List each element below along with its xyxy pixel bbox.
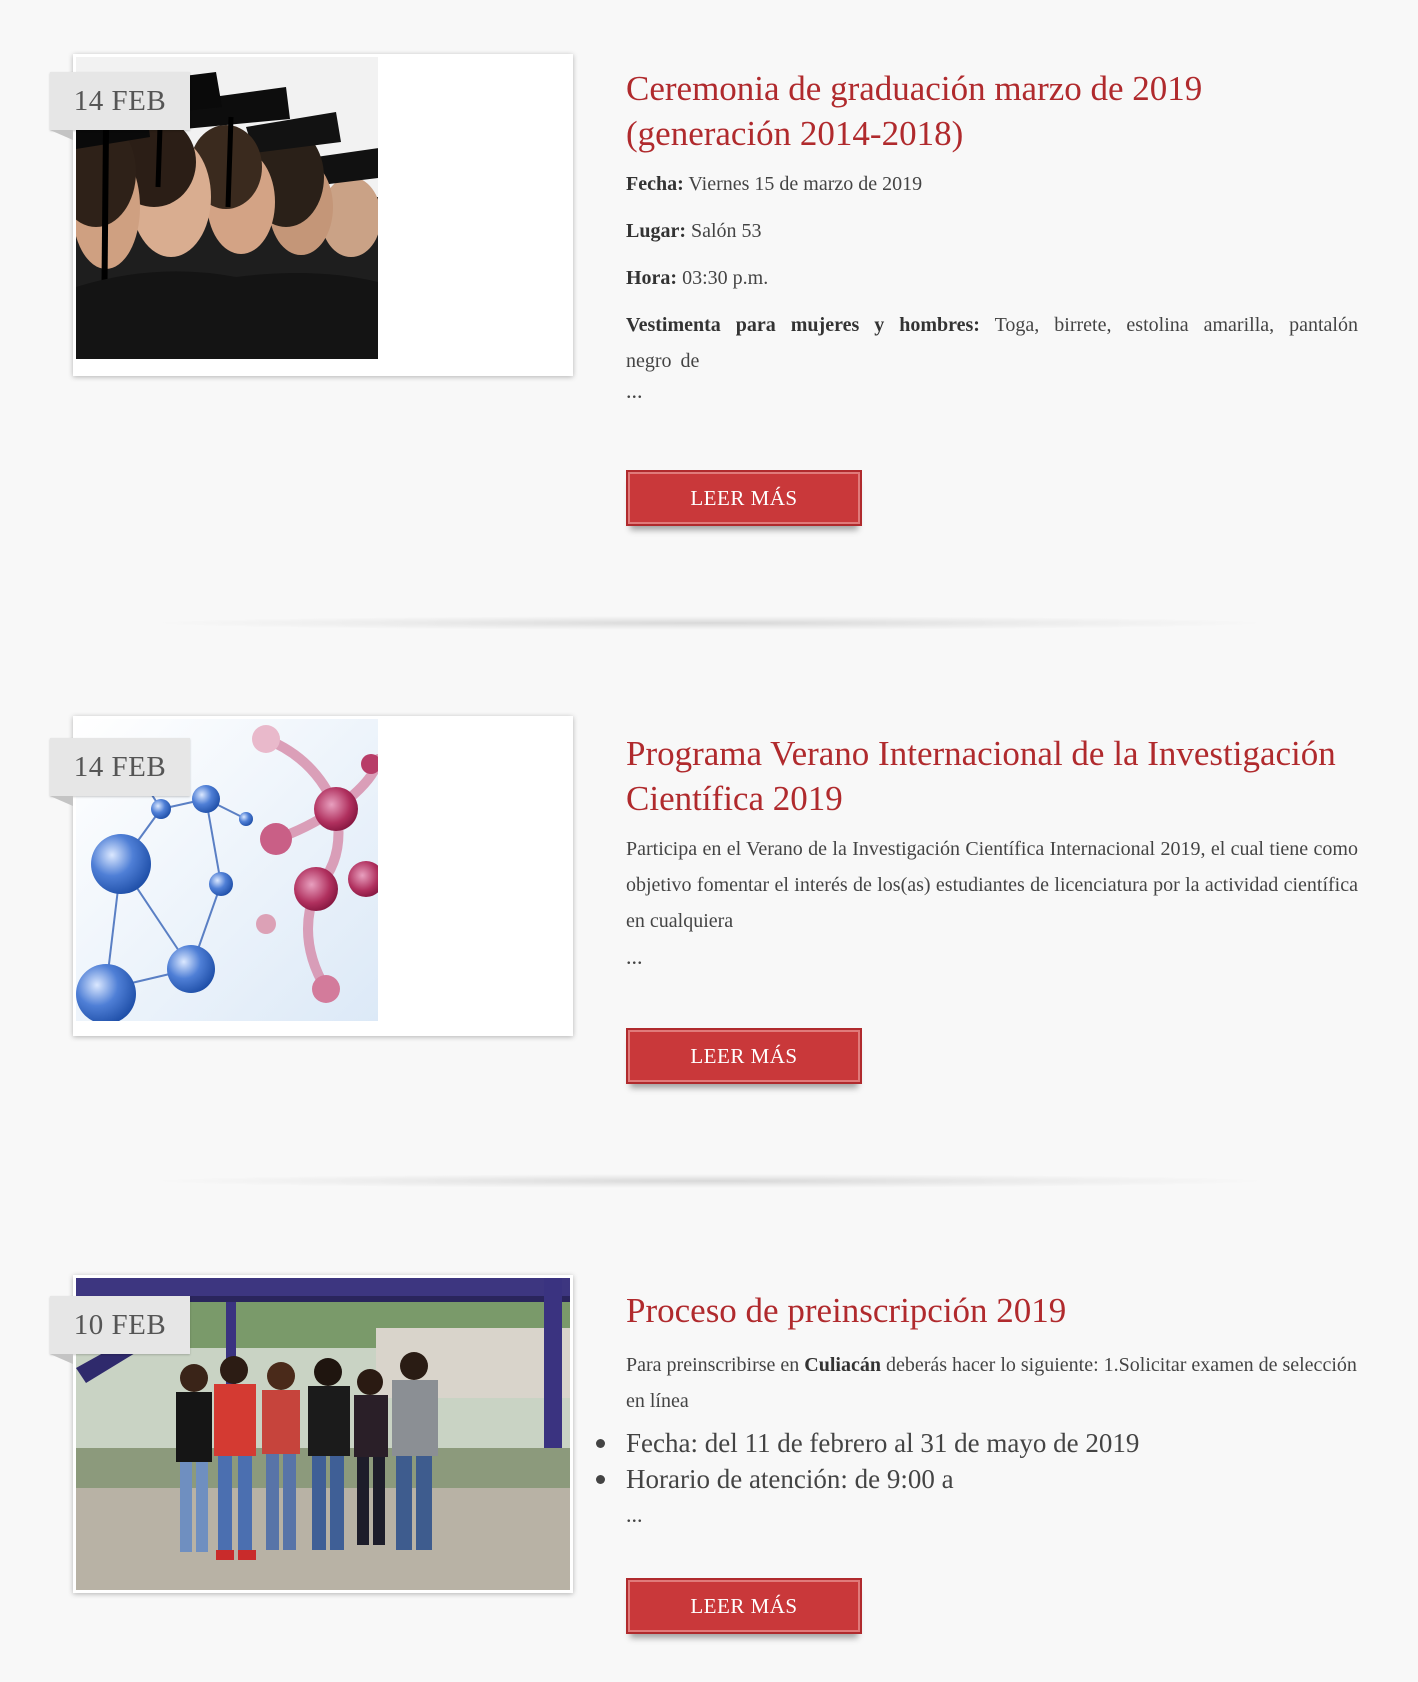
list-item: Fecha: del 11 de febrero al 31 de mayo d… (596, 1425, 1358, 1461)
post-title-link[interactable]: Proceso de preinscripción 2019 (626, 1288, 1358, 1333)
read-more-button[interactable]: LEER MÁS (626, 1028, 862, 1084)
post-divider (160, 616, 1260, 630)
bullet-list: Fecha: del 11 de febrero al 31 de mayo d… (596, 1425, 1358, 1497)
post-excerpt: Participa en el Verano de la Investigaci… (626, 838, 1358, 932)
field-label: Lugar: (626, 220, 686, 242)
time-field: Hora: 03:30 p.m. (626, 260, 1358, 296)
post-meta: Fecha: Viernes 15 de marzo de 2019 Lugar… (626, 166, 1358, 379)
post-content: Ceremonia de graduación marzo de 2019 (g… (626, 66, 1358, 403)
post-content: Programa Verano Internacional de la Inve… (626, 731, 1358, 969)
ellipsis: ... (626, 1502, 643, 1527)
read-more-button[interactable]: LEER MÁS (626, 470, 862, 526)
excerpt-text: Para preinscribirse en (626, 1354, 805, 1376)
post-date-badge: 14 FEB (50, 72, 190, 140)
place-field: Lugar: Salón 53 (626, 213, 1358, 249)
post-title-link[interactable]: Ceremonia de graduación marzo de 2019 (g… (626, 66, 1358, 156)
post-title-link[interactable]: Programa Verano Internacional de la Inve… (626, 731, 1358, 821)
field-value: 03:30 p.m. (677, 267, 769, 289)
ellipsis: ... (626, 944, 643, 969)
attire-field: Vestimenta para mujeres y hombres: Toga,… (626, 307, 1358, 379)
post-content: Proceso de preinscripción 2019 Para prei… (596, 1288, 1358, 1527)
read-more-button[interactable]: LEER MÁS (626, 1578, 862, 1634)
post-divider (160, 1174, 1260, 1188)
list-item: Horario de atención: de 9:00 a (596, 1461, 1358, 1497)
date-field: Fecha: Viernes 15 de marzo de 2019 (626, 166, 1358, 202)
ellipsis: ... (626, 378, 643, 403)
post-date-badge: 10 FEB (50, 1296, 190, 1364)
post-excerpt: Para preinscribirse en Culiacán deberás … (626, 1347, 1358, 1419)
field-value: Salón 53 (686, 220, 762, 242)
field-label: Fecha: (626, 173, 684, 195)
excerpt-city: Culiacán (804, 1354, 881, 1376)
field-value: Viernes 15 de marzo de 2019 (683, 173, 923, 195)
field-label: Hora: (626, 267, 678, 289)
post-date-badge: 14 FEB (50, 738, 190, 806)
field-label: Vestimenta para mujeres y hombres: (626, 314, 980, 336)
